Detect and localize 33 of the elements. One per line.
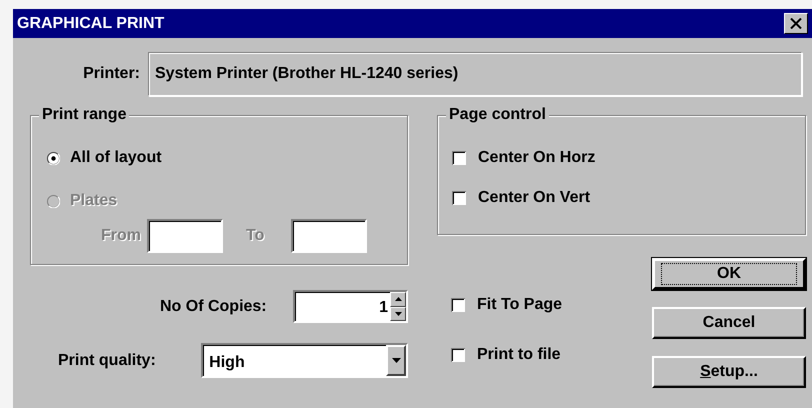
quality-value: High — [208, 353, 246, 373]
down-arrow-icon — [392, 358, 400, 363]
close-icon — [790, 18, 802, 29]
down-arrow-icon — [394, 312, 402, 316]
quality-label: Print quality: — [58, 350, 157, 370]
radio-icon — [47, 194, 60, 208]
to-field[interactable] — [291, 219, 367, 253]
up-arrow-icon — [394, 297, 402, 302]
copies-label: No Of Copies: — [158, 296, 267, 316]
copies-value: 1 — [378, 298, 389, 318]
checkbox-option[interactable]: Print to file — [451, 345, 652, 365]
window-title: GRAPHICAL PRINT — [17, 14, 164, 34]
checkbox-option[interactable]: Center On Vert — [452, 188, 805, 208]
close-button[interactable] — [784, 13, 808, 34]
radio-option[interactable]: All of layout — [47, 148, 407, 168]
dialog-button[interactable]: Cancel — [652, 307, 806, 339]
to-label: To — [246, 226, 266, 246]
dialog-button[interactable]: OK — [652, 258, 806, 290]
group-title: Page control — [446, 105, 549, 125]
group-title: Print range — [39, 105, 130, 125]
checkbox-option[interactable]: Center On Horz — [452, 148, 805, 168]
spin-up-button[interactable] — [390, 292, 406, 306]
from-field[interactable] — [147, 219, 223, 253]
printer-field: System Printer (Brother HL-1240 series) — [148, 52, 802, 96]
spin-down-button[interactable] — [390, 306, 406, 321]
quality-dropdown[interactable]: High — [201, 343, 408, 378]
printer-label: Printer: — [82, 64, 140, 84]
dropdown-button[interactable] — [386, 345, 406, 376]
checkbox-option[interactable]: Fit To Page — [451, 295, 652, 315]
from-label: From — [101, 226, 142, 246]
dialog-button[interactable]: Setup... — [652, 356, 806, 388]
copies-spinner[interactable]: 1 — [292, 290, 408, 323]
radio-icon — [47, 152, 60, 164]
